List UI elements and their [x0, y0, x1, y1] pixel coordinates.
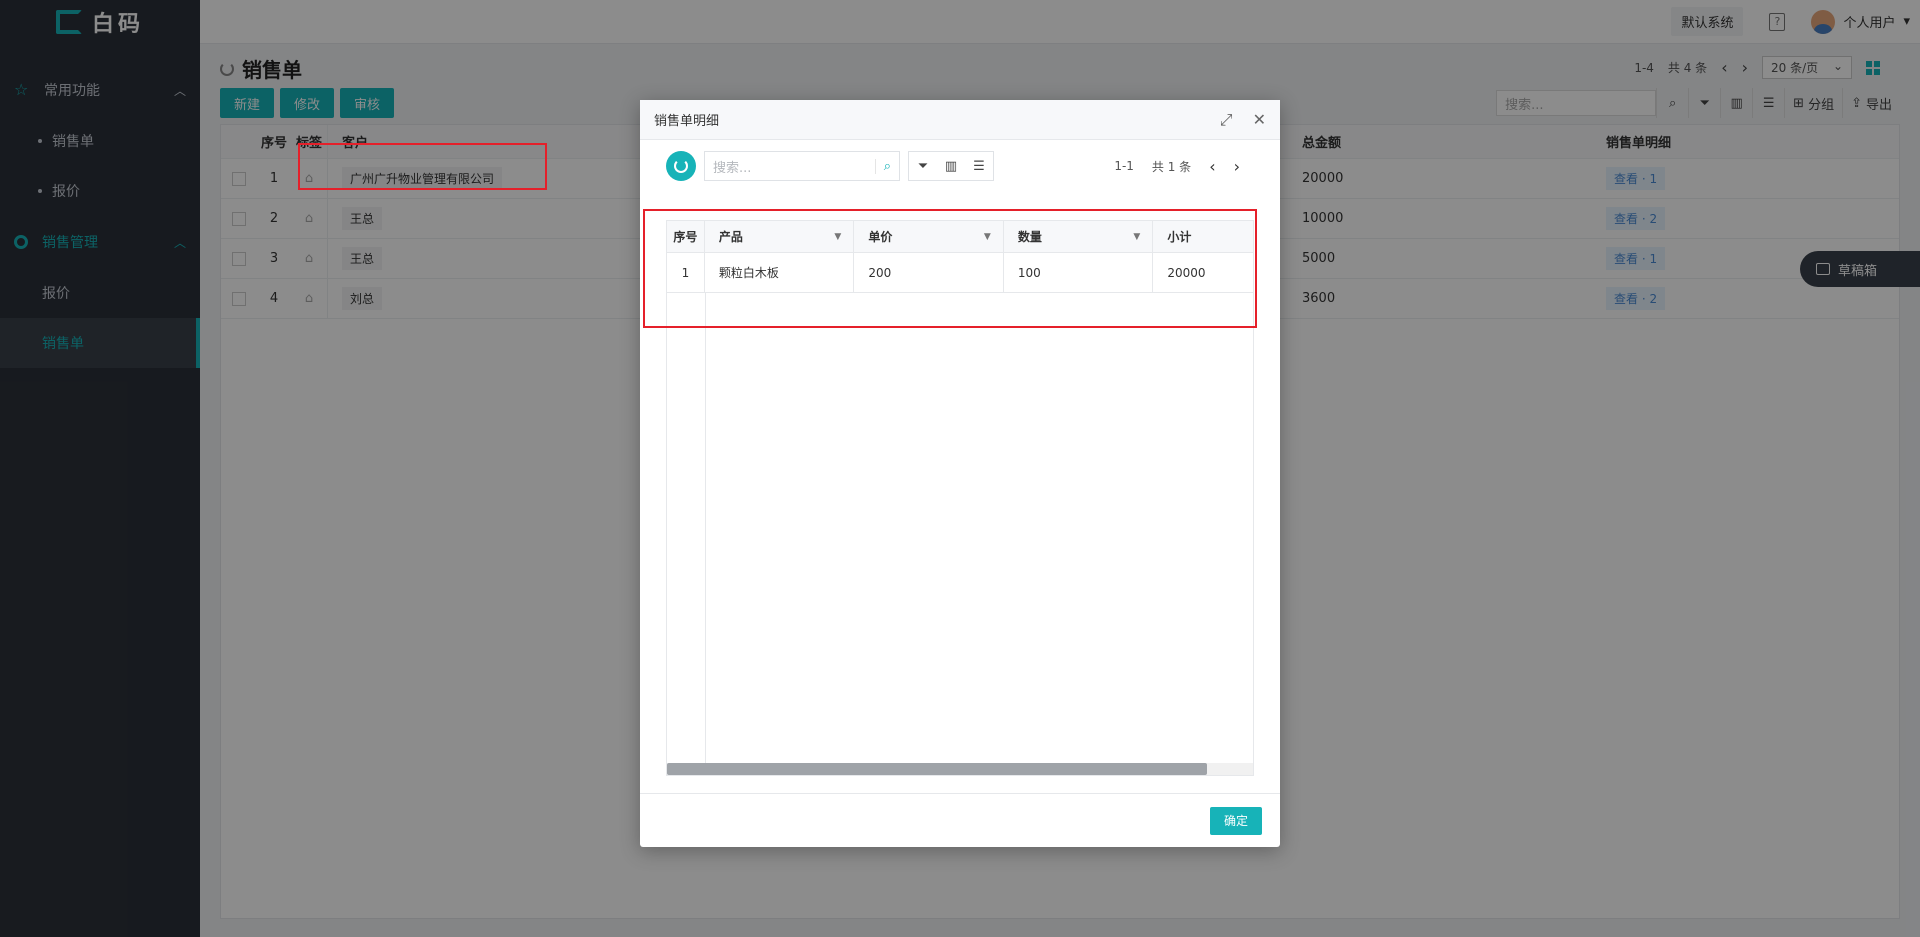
confirm-button[interactable]: 确定 [1209, 806, 1262, 835]
scrollbar-thumb[interactable] [667, 763, 1207, 775]
maximize-icon[interactable]: ⤢ [1220, 110, 1233, 130]
horizontal-scrollbar[interactable] [667, 763, 1253, 775]
search-placeholder: 搜索... [713, 160, 752, 176]
modal-toolbar: 搜索... ⌕ ⏷ ▥ ☰ 1-1 共 1 条 ‹ › [640, 140, 1280, 192]
settings-list-icon[interactable]: ☰ [965, 152, 993, 180]
search-icon[interactable]: ⌕ [874, 158, 891, 174]
prev-page-icon[interactable]: ‹ [1209, 157, 1215, 176]
modal-pager-range: 1-1 [1114, 159, 1134, 173]
next-page-icon[interactable]: › [1234, 157, 1240, 176]
modal-pager: 1-1 共 1 条 ‹ › [1114, 157, 1254, 176]
refresh-icon[interactable] [666, 151, 696, 181]
modal-header: 销售单明细 ⤢ ✕ [640, 100, 1280, 140]
modal-footer: 确定 [640, 793, 1280, 847]
modal-tool-group: ⏷ ▥ ☰ [908, 151, 994, 181]
filter-icon[interactable]: ⏷ [909, 152, 937, 180]
close-icon[interactable]: ✕ [1253, 110, 1266, 130]
modal-pager-total: 共 1 条 [1151, 159, 1192, 174]
highlight-box-detail-table [643, 209, 1257, 328]
modal-title: 销售单明细 [654, 114, 720, 129]
highlight-box-customer [298, 143, 547, 190]
chart-icon[interactable]: ▥ [937, 152, 965, 180]
modal-search-input[interactable]: 搜索... ⌕ [704, 151, 900, 181]
column-divider [705, 293, 706, 763]
